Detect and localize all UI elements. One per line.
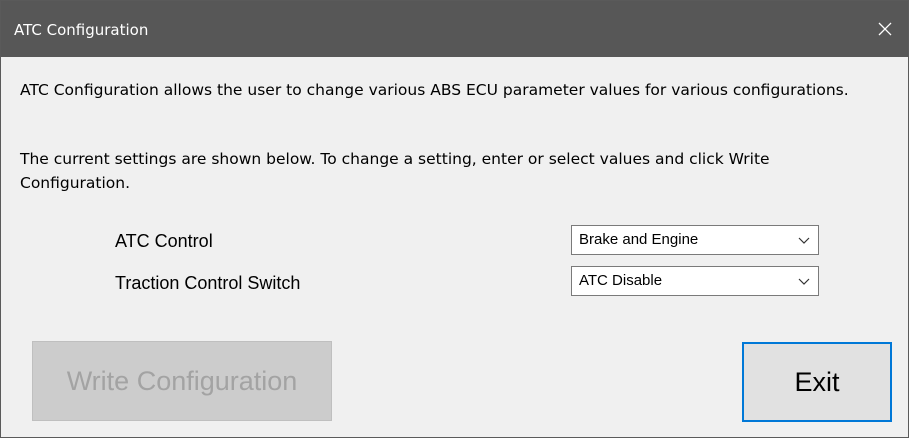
close-icon xyxy=(878,22,892,36)
title-bar[interactable]: ATC Configuration xyxy=(1,1,908,57)
window-title: ATC Configuration xyxy=(14,21,149,39)
write-configuration-button[interactable]: Write Configuration xyxy=(32,341,332,421)
traction-control-switch-value: ATC Disable xyxy=(579,272,663,289)
atc-control-dropdown[interactable]: Brake and Engine xyxy=(571,225,819,255)
traction-control-switch-label: Traction Control Switch xyxy=(115,273,301,293)
chevron-down-icon xyxy=(798,278,810,285)
exit-button[interactable]: Exit xyxy=(742,342,892,422)
atc-configuration-dialog: ATC Configuration ATC Configuration allo… xyxy=(0,0,909,438)
traction-control-switch-dropdown[interactable]: ATC Disable xyxy=(571,266,819,296)
chevron-down-icon xyxy=(798,237,810,244)
atc-control-label: ATC Control xyxy=(115,231,213,251)
description-intro: ATC Configuration allows the user to cha… xyxy=(20,81,849,99)
description-instructions: The current settings are shown below. To… xyxy=(20,150,770,192)
close-button[interactable] xyxy=(862,1,908,57)
atc-control-value: Brake and Engine xyxy=(579,231,699,248)
